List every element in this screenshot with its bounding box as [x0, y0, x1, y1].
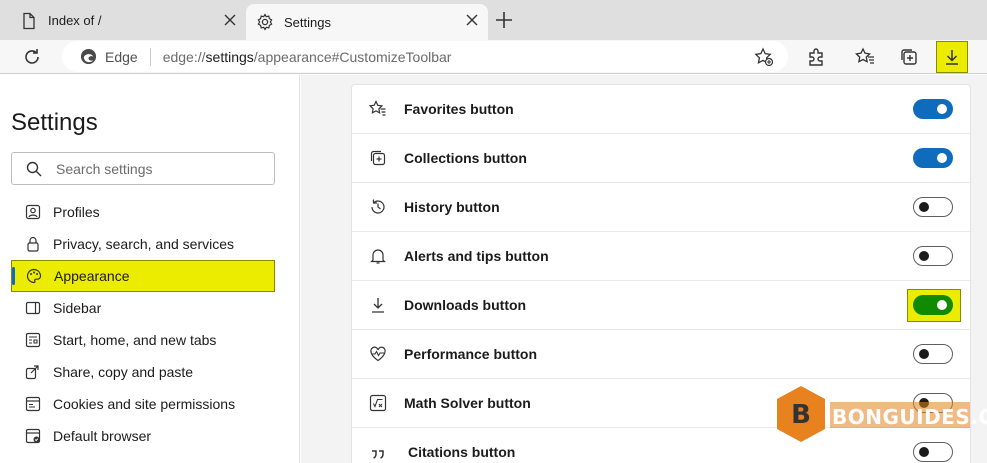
refresh-icon[interactable]	[22, 47, 42, 67]
sidebar-item-label: Default browser	[53, 428, 152, 444]
browser-brand: Edge	[105, 48, 138, 65]
sidebar-item-label: Privacy, search, and services	[53, 236, 235, 252]
history-icon	[371, 199, 385, 214]
gear-icon	[257, 13, 273, 31]
collections-icon	[370, 150, 386, 166]
toggle-knob	[919, 349, 929, 359]
default-browser-icon	[25, 428, 41, 444]
setting-row-favorites: Favorites button	[352, 85, 970, 134]
close-icon[interactable]	[464, 12, 480, 28]
sidebar-item-label: Start, home, and new tabs	[53, 332, 217, 348]
toggle-knob	[919, 202, 929, 212]
toggle-knob	[937, 153, 947, 163]
favorites-toggle[interactable]	[913, 99, 953, 119]
search-input[interactable]	[56, 160, 256, 177]
svg-text:B: B	[791, 400, 811, 430]
setting-label: Math Solver button	[404, 395, 531, 411]
math-solver-icon	[369, 394, 387, 412]
setting-label: History button	[404, 199, 500, 215]
citations-toggle[interactable]	[913, 442, 953, 462]
sidebar-item-cookies[interactable]: Cookies and site permissions	[11, 388, 275, 420]
toggle-knob	[937, 104, 947, 114]
edge-logo-icon	[80, 48, 97, 65]
browser-toolbar: Edge edge://settings/appearance#Customiz…	[0, 40, 987, 74]
setting-label: Citations button	[408, 444, 516, 460]
setting-row-collections: Collections button	[352, 134, 970, 183]
setting-label: Alerts and tips button	[404, 248, 549, 264]
toggle-knob	[937, 300, 947, 310]
setting-label: Performance button	[404, 346, 538, 362]
lock-icon	[27, 236, 39, 252]
add-favorite-icon[interactable]	[754, 47, 774, 67]
sidebar-item-privacy[interactable]: Privacy, search, and services	[11, 228, 275, 260]
sidebar-item-appearance[interactable]: Appearance	[11, 260, 275, 292]
watermark-text: BONGUIDES.COM	[832, 405, 987, 429]
search-box[interactable]	[11, 152, 275, 185]
sidebar-item-label: Profiles	[53, 204, 100, 220]
sidebar-item-start-home[interactable]: Start, home, and new tabs	[11, 324, 275, 356]
cookies-icon	[25, 396, 41, 412]
address-bar[interactable]: Edge edge://settings/appearance#Customiz…	[62, 41, 788, 72]
download-icon	[946, 50, 958, 65]
history-toggle[interactable]	[913, 197, 953, 217]
sidebar-item-label: Appearance	[54, 268, 130, 284]
sidebar-item-share[interactable]: Share, copy and paste	[11, 356, 275, 388]
tab-index[interactable]: Index of /	[8, 4, 246, 37]
collections-toggle[interactable]	[913, 148, 953, 168]
toggle-knob	[919, 251, 929, 261]
url-prefix: edge://	[162, 48, 206, 65]
bell-icon	[370, 249, 386, 264]
favorites-icon[interactable]	[855, 47, 875, 67]
sidebar-item-label: Sidebar	[53, 300, 102, 316]
performance-toggle[interactable]	[913, 344, 953, 364]
settings-nav: Profiles Privacy, search, and services A…	[11, 196, 275, 452]
url-path: /appearance#CustomizeToolbar	[253, 48, 452, 65]
sidebar-item-label: Share, copy and paste	[53, 364, 194, 380]
setting-label: Downloads button	[404, 297, 527, 313]
download-icon	[372, 298, 384, 313]
setting-label: Collections button	[404, 150, 527, 166]
palette-icon	[26, 268, 42, 284]
share-icon	[25, 365, 39, 380]
page-title: Settings	[11, 109, 98, 136]
setting-row-downloads: Downloads button	[352, 281, 970, 330]
search-icon	[26, 161, 42, 176]
setting-row-performance: Performance button	[352, 330, 970, 379]
sidebar-item-profiles[interactable]: Profiles	[11, 196, 275, 228]
home-tabs-icon	[25, 332, 41, 348]
heartbeat-icon	[370, 346, 386, 362]
downloads-button[interactable]	[936, 41, 968, 73]
tab-settings[interactable]: Settings	[246, 4, 488, 40]
setting-row-alerts: Alerts and tips button	[352, 232, 970, 281]
sidebar-item-label: Cookies and site permissions	[53, 396, 236, 412]
close-icon[interactable]	[222, 12, 238, 28]
extensions-icon[interactable]	[806, 47, 826, 67]
alerts-toggle[interactable]	[913, 246, 953, 266]
quote-icon	[372, 450, 384, 459]
tab-strip: Index of / Settings	[0, 0, 987, 40]
downloads-toggle[interactable]	[913, 295, 953, 315]
setting-row-history: History button	[352, 183, 970, 232]
profile-icon	[25, 204, 41, 220]
favorites-icon	[369, 100, 386, 116]
sidebar-icon	[25, 301, 41, 315]
sidebar-item-sidebar[interactable]: Sidebar	[11, 292, 275, 324]
settings-sidebar: Settings Profiles Privacy, search, and s…	[0, 75, 300, 463]
url-host: settings	[205, 48, 254, 65]
page-icon	[23, 12, 35, 29]
url-divider	[149, 47, 151, 66]
tab-label: Settings	[284, 14, 331, 30]
toggle-knob	[919, 447, 929, 457]
tab-label: Index of /	[48, 13, 102, 28]
collections-icon[interactable]	[899, 47, 919, 67]
sidebar-item-default-browser[interactable]: Default browser	[11, 420, 275, 452]
new-tab-icon[interactable]	[494, 10, 514, 30]
url-text[interactable]: edge://settings/appearance#CustomizeTool…	[163, 49, 452, 65]
setting-label: Favorites button	[404, 101, 514, 117]
